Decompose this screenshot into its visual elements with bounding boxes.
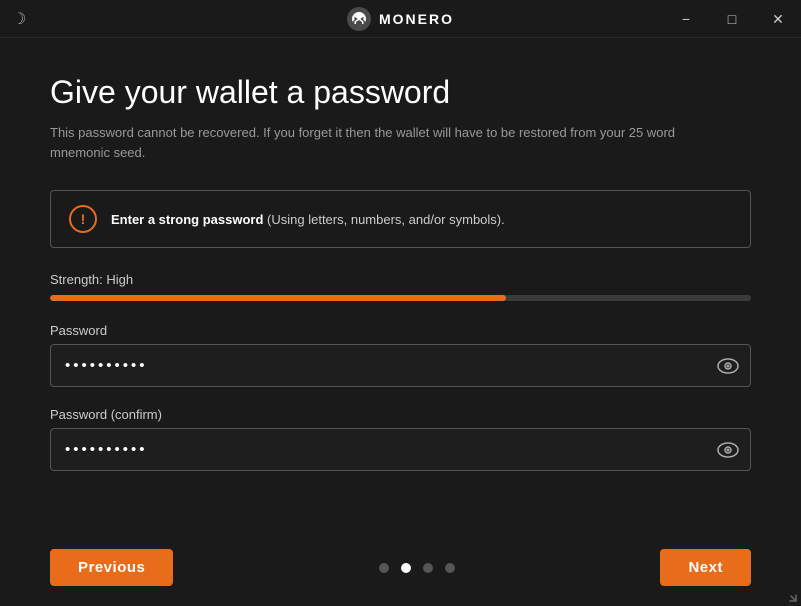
page-title: Give your wallet a password bbox=[50, 74, 751, 111]
resize-icon bbox=[783, 588, 797, 602]
strength-bar-fill bbox=[50, 295, 506, 301]
close-button[interactable]: ✕ bbox=[755, 0, 801, 38]
pagination-dot-1 bbox=[379, 563, 389, 573]
pagination-dot-2 bbox=[401, 563, 411, 573]
app-title: MONERO bbox=[379, 11, 454, 27]
moon-icon: ☽ bbox=[12, 11, 26, 28]
password-input[interactable] bbox=[50, 344, 751, 387]
minimize-button[interactable]: − bbox=[663, 0, 709, 38]
pagination-dot-4 bbox=[445, 563, 455, 573]
password-confirm-label: Password (confirm) bbox=[50, 407, 751, 422]
monero-logo-icon bbox=[347, 7, 371, 31]
password-confirm-toggle-button[interactable] bbox=[717, 442, 739, 458]
info-text-rest: (Using letters, numbers, and/or symbols)… bbox=[263, 212, 504, 227]
strength-label: Strength: High bbox=[50, 272, 751, 287]
eye-icon bbox=[717, 358, 739, 374]
password-confirm-field-wrapper bbox=[50, 428, 751, 471]
password-confirm-input[interactable] bbox=[50, 428, 751, 471]
window-controls: − □ ✕ bbox=[663, 0, 801, 38]
password-field-wrapper bbox=[50, 344, 751, 387]
password-toggle-button[interactable] bbox=[717, 358, 739, 374]
bottom-navigation: Previous Next bbox=[0, 549, 801, 586]
strength-bar-background bbox=[50, 295, 751, 301]
moon-icon-wrapper: ☽ bbox=[12, 9, 26, 29]
page-subtitle: This password cannot be recovered. If yo… bbox=[50, 123, 730, 162]
pagination-dot-3 bbox=[423, 563, 433, 573]
main-content: Give your wallet a password This passwor… bbox=[0, 38, 801, 511]
maximize-button[interactable]: □ bbox=[709, 0, 755, 38]
resize-handle[interactable] bbox=[783, 588, 797, 602]
titlebar: ☽ MONERO − □ ✕ bbox=[0, 0, 801, 38]
info-box: ! Enter a strong password (Using letters… bbox=[50, 190, 751, 248]
next-button[interactable]: Next bbox=[660, 549, 751, 586]
warning-icon: ! bbox=[69, 205, 97, 233]
titlebar-logo: MONERO bbox=[347, 7, 454, 31]
pagination bbox=[379, 563, 455, 573]
previous-button[interactable]: Previous bbox=[50, 549, 173, 586]
eye-confirm-icon bbox=[717, 442, 739, 458]
info-text: Enter a strong password (Using letters, … bbox=[111, 212, 505, 227]
info-text-bold: Enter a strong password bbox=[111, 212, 263, 227]
password-label: Password bbox=[50, 323, 751, 338]
